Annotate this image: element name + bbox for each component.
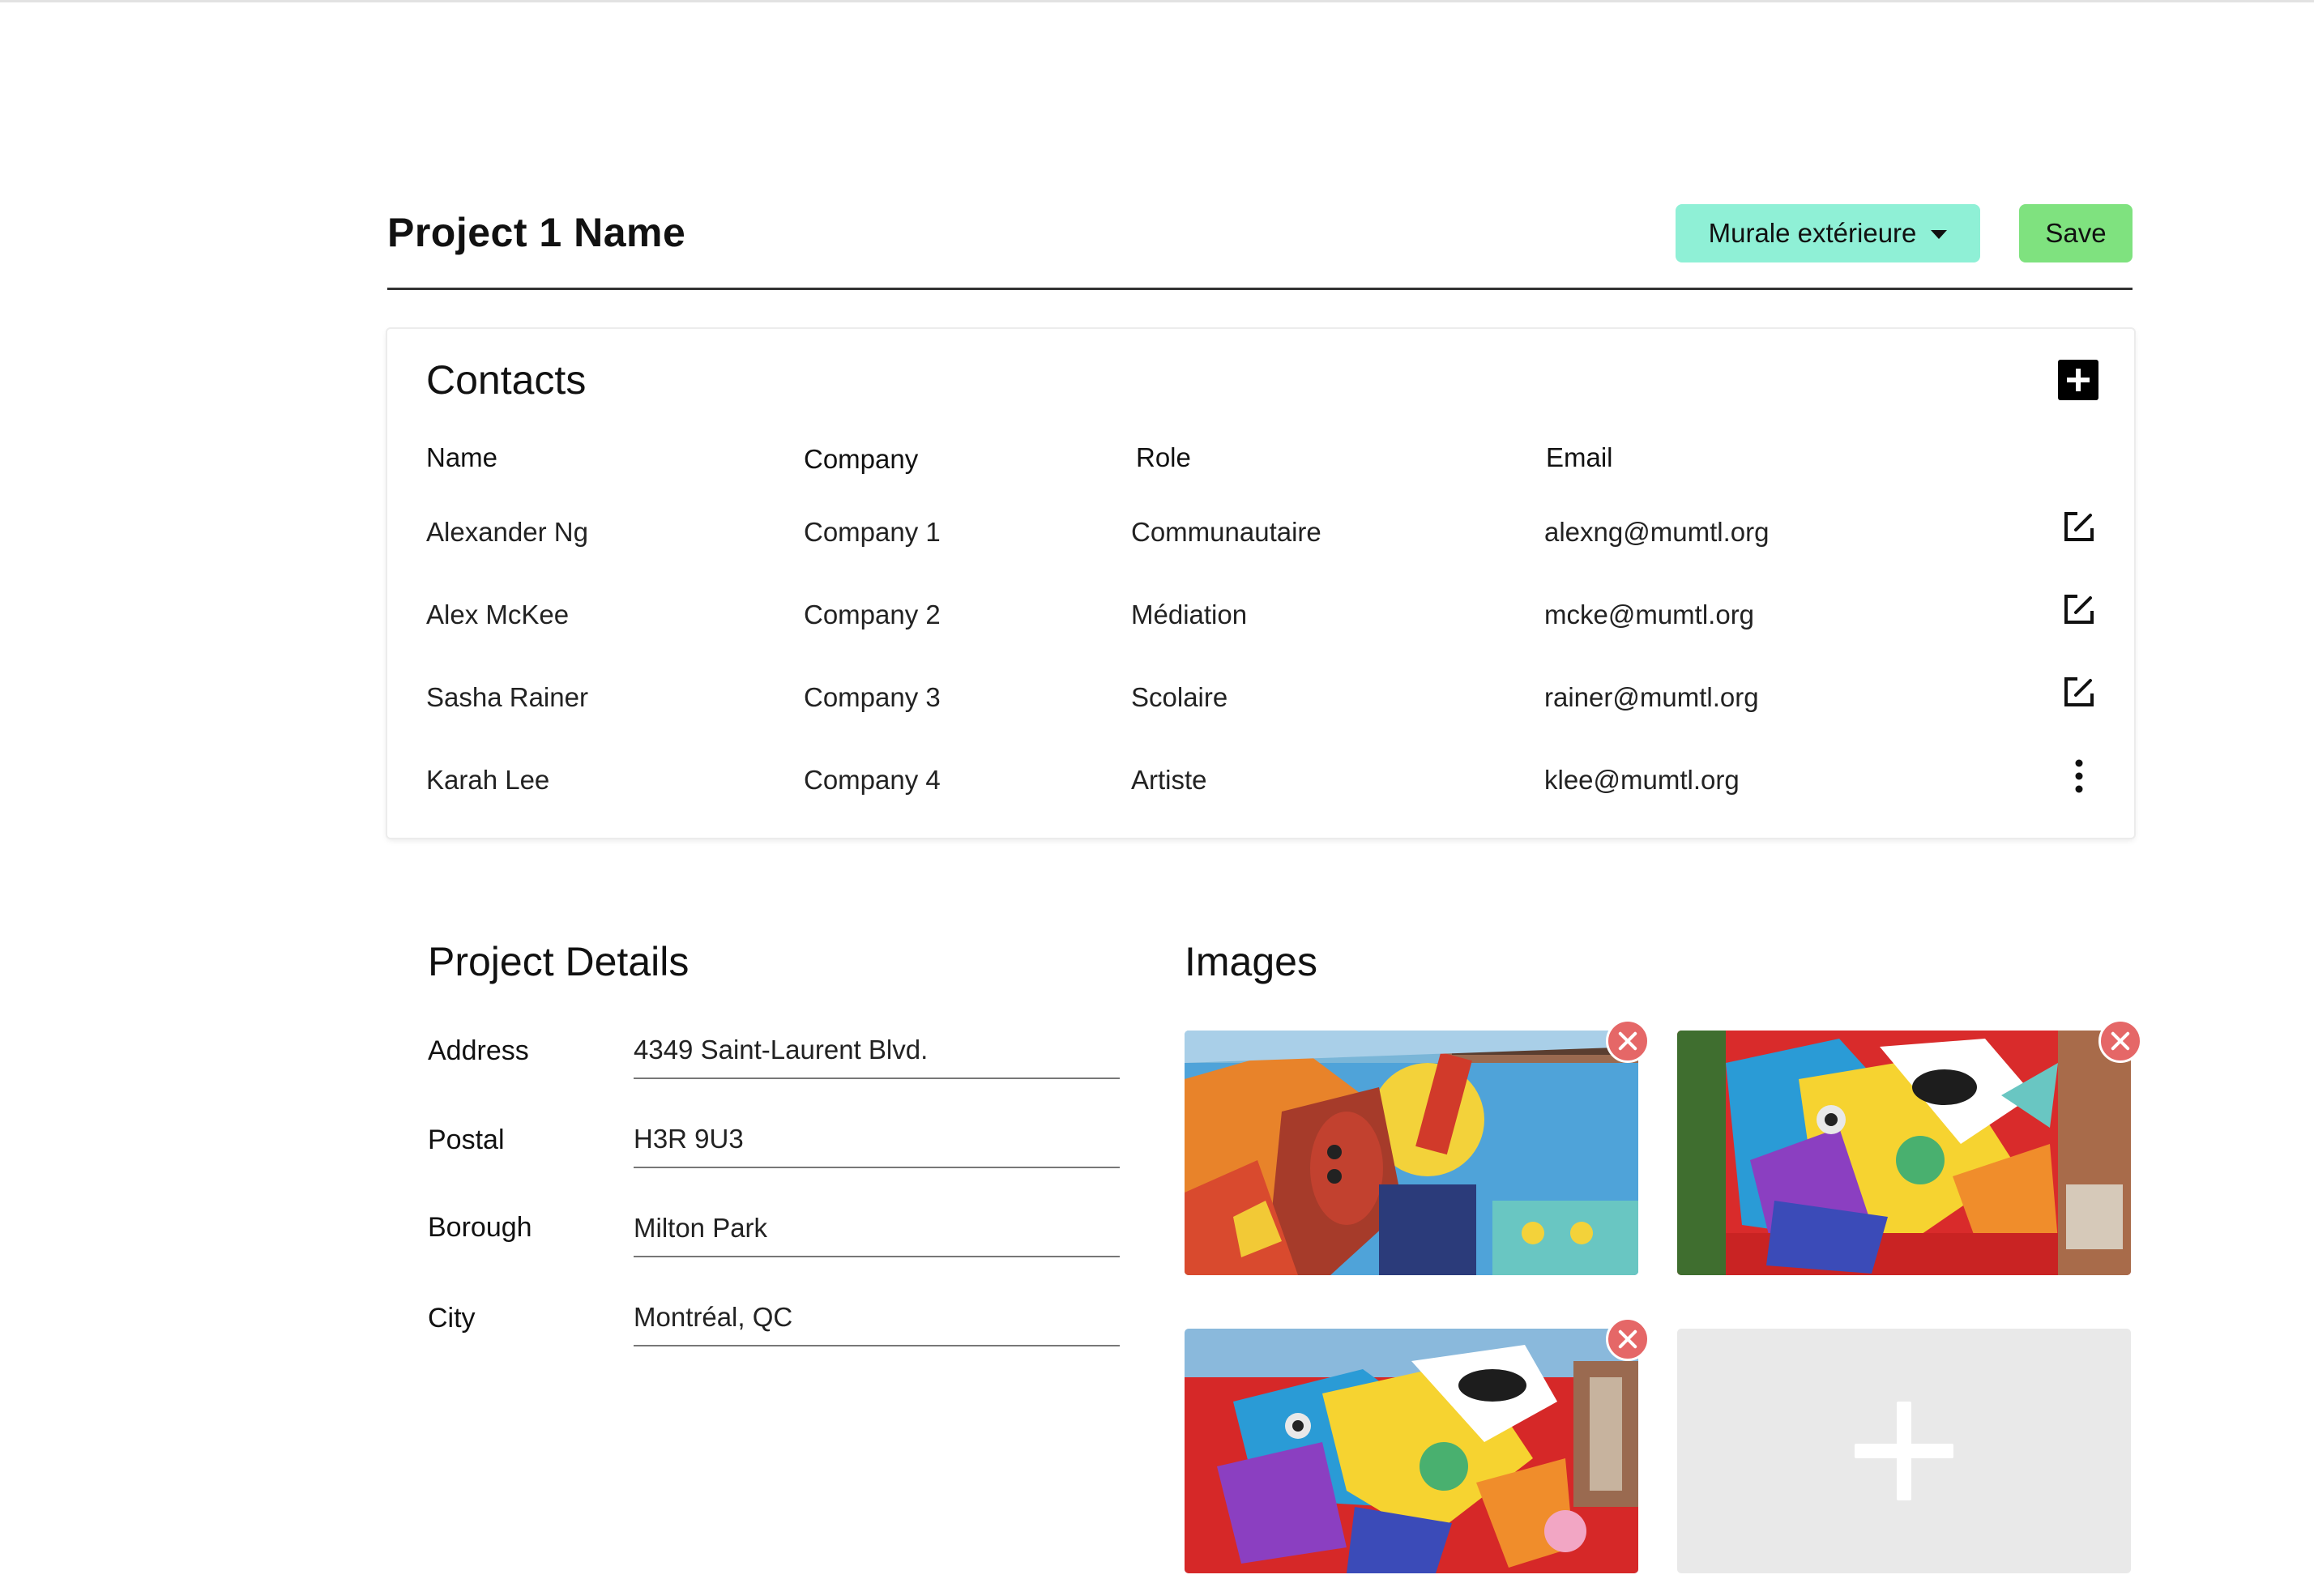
edit-icon[interactable] [2060,590,2098,629]
mural-image [1185,1329,1638,1573]
add-contact-button[interactable] [2058,360,2098,400]
address-field[interactable] [634,1031,1120,1079]
address-label: Address [428,1035,529,1066]
edit-icon[interactable] [2060,507,2098,546]
contact-role: Artiste [1131,765,1207,795]
contact-role: Médiation [1131,600,1248,629]
column-header-role: Role [1136,442,1191,472]
image-tile[interactable] [1185,1317,1650,1573]
contacts-title: Contacts [426,357,587,403]
postal-field[interactable] [634,1120,1120,1168]
remove-image-button[interactable] [1606,1019,1650,1063]
contact-company: Company 3 [804,682,941,712]
contact-email: rainer@mumtl.org [1544,682,1759,712]
contact-company: Company 2 [804,600,941,629]
contact-role: Communautaire [1131,517,1321,547]
more-vertical-icon[interactable] [2060,757,2098,796]
edit-icon[interactable] [2060,672,2098,711]
add-image-button[interactable] [1677,1329,2131,1573]
image-tile[interactable] [1185,1019,1650,1275]
project-type-label: Murale extérieure [1708,218,1917,248]
contact-row: Alexander Ng Company 1 Communautaire ale… [387,512,2134,565]
remove-image-button[interactable] [2098,1019,2142,1063]
column-header-company: Company [804,444,919,474]
image-tile[interactable] [1677,1019,2142,1275]
city-label: City [428,1303,476,1334]
borough-label: Borough [428,1212,532,1243]
caret-down-icon [1931,229,1948,239]
images-title: Images [1185,939,1317,984]
contact-company: Company 1 [804,517,941,547]
postal-label: Postal [428,1124,505,1155]
project-type-dropdown[interactable]: Murale extérieure [1676,204,1980,262]
borough-field[interactable] [634,1209,1120,1257]
contact-row: Karah Lee Company 4 Artiste klee@mumtl.o… [387,759,2134,813]
contact-name: Karah Lee [426,765,550,795]
contact-email: mcke@mumtl.org [1544,600,1755,629]
project-header: Project 1 Name Murale extérieure Save [387,193,2133,290]
contact-row: Sasha Rainer Company 3 Scolaire rainer@m… [387,677,2134,731]
contact-name: Alexander Ng [426,517,588,547]
top-border [0,0,2314,2]
column-header-name: Name [426,442,498,472]
contact-role: Scolaire [1131,682,1228,712]
contact-company: Company 4 [804,765,941,795]
project-title: Project 1 Name [387,210,686,255]
contact-name: Sasha Rainer [426,682,588,712]
remove-image-button[interactable] [1606,1317,1650,1361]
mural-image [1185,1031,1638,1275]
contact-row: Alex McKee Company 2 Médiation mcke@mumt… [387,595,2134,648]
contact-name: Alex McKee [426,600,570,629]
contact-email: alexng@mumtl.org [1544,517,1770,547]
save-button[interactable]: Save [2019,204,2133,262]
column-header-email: Email [1546,442,1613,472]
contacts-card: Contacts Name Company Role Email Alexand… [387,329,2134,838]
mural-image [1677,1031,2131,1275]
contact-email: klee@mumtl.org [1544,765,1740,795]
project-details-title: Project Details [428,939,690,984]
city-field[interactable] [634,1298,1120,1346]
